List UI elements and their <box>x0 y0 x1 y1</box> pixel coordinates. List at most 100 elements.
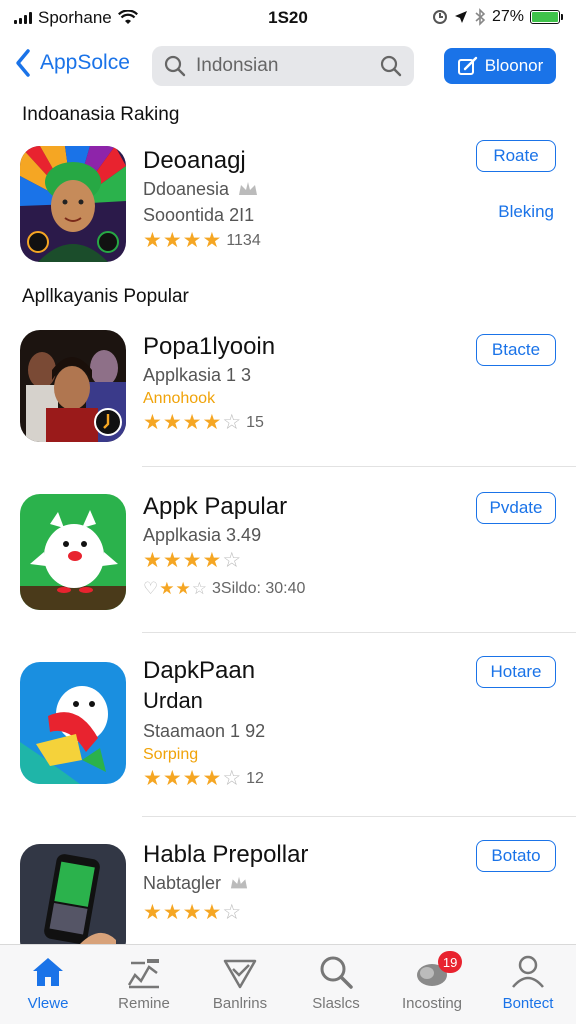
app-info: Habla Prepollar Nabtagler ★ ★ ★ ★ ☆ <box>143 840 453 926</box>
star-icon: ★ <box>202 901 222 924</box>
crown-icon <box>230 876 248 889</box>
star-icon: ★ <box>202 767 222 790</box>
app-action-button[interactable]: Hotare <box>476 656 556 688</box>
edit-icon <box>457 56 477 75</box>
app-tag: Annohook <box>143 390 216 407</box>
popular-section-title: Apllkayanis Popular <box>22 286 189 307</box>
crown-icon <box>239 182 258 195</box>
ranking-section-title: Indoanasia Raking <box>22 104 180 125</box>
app-subtitle-line: Nabtagler <box>143 870 453 896</box>
app-title: Appk Papular <box>143 493 288 520</box>
tab-label: Remine <box>118 995 170 1012</box>
app-title: DapkPaan <box>143 657 256 684</box>
app-title: Deoanagj <box>143 147 246 174</box>
search-query[interactable]: Indonsian <box>196 55 370 77</box>
app-action-button[interactable]: Botato <box>476 840 556 872</box>
app-developer-line: Ddoanesia <box>143 176 453 202</box>
star-icon: ★ <box>162 549 182 572</box>
heart-icon: ♡ <box>143 579 159 598</box>
featured-app-icon[interactable] <box>20 146 126 262</box>
featured-side-link[interactable]: Bleking <box>498 202 554 222</box>
star-icon: ★ <box>162 901 182 924</box>
tab-banlrins[interactable]: Banlrins <box>192 945 288 1024</box>
star-icon: ★ <box>202 229 222 252</box>
app-action-button[interactable]: Btacte <box>476 334 556 366</box>
star-empty-icon: ☆ <box>222 411 242 434</box>
tab-remine[interactable]: Remine <box>96 945 192 1024</box>
app-tag: Sorping <box>143 746 199 763</box>
search-field[interactable]: Indonsian <box>152 46 414 86</box>
app-subtitle: Nabtagler <box>143 873 222 893</box>
app-title: Habla Prepollar <box>143 841 309 868</box>
app-action-button[interactable]: Pvdate <box>476 492 556 524</box>
star-icon: ★ <box>175 579 191 598</box>
star-rating: ★ ★ ★ ★ ☆ 15 <box>143 410 453 436</box>
star-icon: ★ <box>182 229 202 252</box>
star-icon: ★ <box>182 411 202 434</box>
search-submit-icon[interactable] <box>380 55 402 77</box>
app-row[interactable]: Habla Prepollar Nabtagler ★ ★ ★ ★ ☆ Botato <box>0 840 576 944</box>
secondary-rating: ♡ ★ ★ ☆ 3Sildo: 30:40 <box>143 576 453 602</box>
app-icon[interactable] <box>20 330 126 442</box>
star-icon: ★ <box>143 549 162 572</box>
app-info: Popa1lyooin Applkasia 1 3 Annohook ★ ★ ★ ★ ☆… <box>143 332 453 436</box>
tab-bontect[interactable]: Bontect <box>480 945 576 1024</box>
checkmark-icon <box>223 959 257 989</box>
tab-search[interactable]: Slaslcs <box>288 945 384 1024</box>
featured-app-info: Deoanagj Ddoanesia Sooontida 2I1 ★ ★ ★ ★ 11… <box>143 146 453 254</box>
rating-count: 12 <box>246 770 264 787</box>
star-icon: ★ <box>143 411 162 434</box>
tab-label: Bontect <box>502 995 554 1012</box>
star-icon: ★ <box>143 767 162 790</box>
app-info: DapkPaan Urdan Staamaon 1 92 Sorping ★ ★ ★… <box>143 656 453 792</box>
app-title-line2: Urdan <box>143 688 203 713</box>
app-row[interactable]: DapkPaan Urdan Staamaon 1 92 Sorping ★ ★ ★… <box>0 656 576 796</box>
location-icon <box>454 11 467 23</box>
nav-action-button[interactable]: Bloonor <box>444 48 556 84</box>
star-icon: ★ <box>162 767 182 790</box>
app-subtitle: Staamaon 1 92 <box>143 721 266 741</box>
nav-action-label: Bloonor <box>484 56 544 75</box>
app-subtitle: Applkasia 1 3 <box>143 365 252 385</box>
featured-action-button[interactable]: Roate <box>476 140 556 172</box>
app-row[interactable]: Popa1lyooin Applkasia 1 3 Annohook ★ ★ ★ ★ ☆… <box>0 330 576 446</box>
status-right: 27% <box>432 8 563 26</box>
status-bar: Sporhane 1S20 27% <box>0 0 576 36</box>
rating-count: 1134 <box>226 232 261 249</box>
app-row[interactable]: Appk Papular Applkasia 3.49 ★ ★ ★ ★ ☆ ♡ ★ ★ ☆ 3… <box>0 492 576 612</box>
back-button[interactable]: AppSolce <box>14 48 130 78</box>
star-icon: ★ <box>143 229 162 252</box>
star-rating: ★ ★ ★ ★ 1134 <box>143 228 453 254</box>
chevron-left-icon <box>16 49 30 77</box>
star-icon: ★ <box>202 549 222 572</box>
star-icon: ★ <box>182 767 202 790</box>
secondary-rating-text: 3Sildo: 30:40 <box>212 580 306 597</box>
back-label: AppSolce <box>40 51 130 74</box>
notification-badge: 19 <box>437 951 463 973</box>
bluetooth-icon <box>475 8 486 26</box>
tab-incosting[interactable]: 19 Incosting <box>384 945 480 1024</box>
divider <box>142 816 576 817</box>
star-rating: ★ ★ ★ ★ ☆ <box>143 900 453 926</box>
navigation-bar: AppSolce Indonsian Bloonor <box>0 44 576 88</box>
tab-view[interactable]: Vlewe <box>0 945 96 1024</box>
star-icon: ★ <box>162 229 182 252</box>
divider <box>142 466 576 467</box>
divider <box>142 632 576 633</box>
star-rating: ★ ★ ★ ★ ☆ <box>143 548 453 574</box>
star-empty-icon: ☆ <box>222 767 242 790</box>
search-icon <box>164 55 186 77</box>
app-icon[interactable] <box>20 844 126 944</box>
star-icon: ★ <box>182 549 202 572</box>
app-developer: Ddoanesia <box>143 179 230 199</box>
tab-bar: Vlewe Remine Banlrins Slaslcs 19 Incosti… <box>0 944 576 1024</box>
app-icon[interactable] <box>20 662 126 784</box>
star-icon: ★ <box>162 411 182 434</box>
app-meta: Sooontida 2I1 <box>143 205 255 225</box>
app-icon[interactable] <box>20 494 126 610</box>
tab-label: Banlrins <box>212 995 268 1012</box>
rating-count: 15 <box>246 414 264 431</box>
star-icon: ★ <box>202 411 222 434</box>
app-title: Popa1lyooin <box>143 333 276 360</box>
featured-app-row[interactable]: Deoanagj Ddoanesia Sooontida 2I1 ★ ★ ★ ★ 11… <box>0 140 576 266</box>
